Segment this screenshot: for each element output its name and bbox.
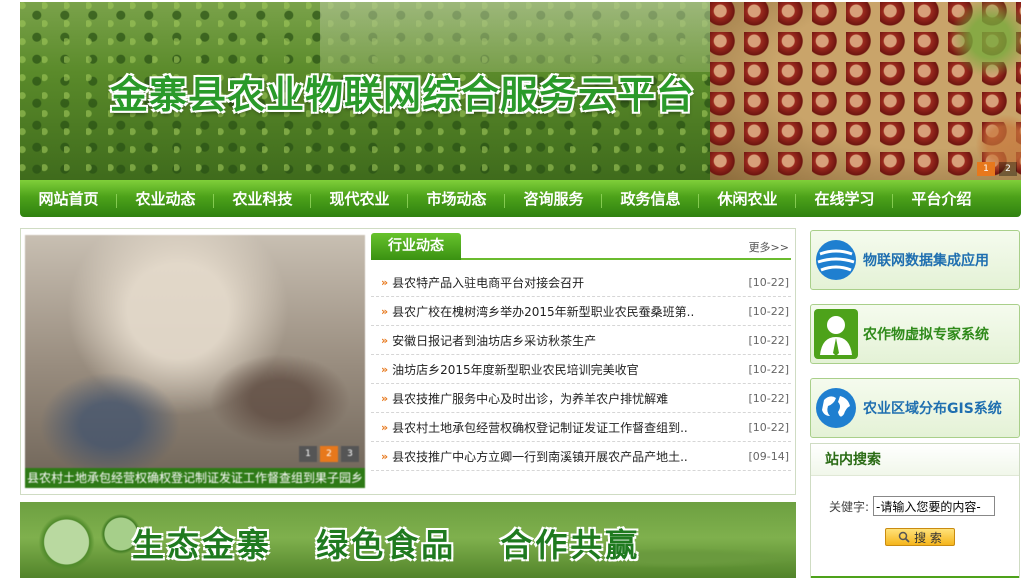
gis-system-link[interactable]: 农业区域分布GIS系统 [810,378,1020,438]
search-icon [898,531,910,543]
banner-leaves [710,2,1021,180]
industry-news-panel: 行业动态 更多>> » 县农特产品入驻电商平台对接会召开 [10-22] » 县农广校… [371,233,791,471]
world-map-icon [813,380,859,436]
news-item-date: [10-22] [748,362,789,376]
page: 金寨县农业物联网综合服务云平台 1 2 网站首页 农业动态 农业科技 现代农业 … [0,0,1036,578]
nav-leisure-agri[interactable]: 休闲农业 [699,188,796,209]
news-item[interactable]: » 油坊店乡2015年度新型职业农民培训完美收官 [10-22] [371,355,791,384]
nav-home[interactable]: 网站首页 [20,188,117,209]
news-item[interactable]: » 县农村土地承包经营权确权登记制证发证工作督查组到.. [10-22] [371,413,791,442]
news-item-date: [10-22] [748,333,789,347]
news-item-date: [09-14] [748,449,789,463]
search-row: 关健字: [829,496,996,516]
nav-market[interactable]: 市场动态 [408,188,505,209]
main-content-box: 1 2 3 县农村土地承包经营权确权登记制证发证工作督查组到果子园乡 行业动态 … [20,228,796,495]
news-item[interactable]: » 县农技推广中心方立卿一行到南溪镇开展农产品产地土.. [09-14] [371,442,791,471]
slide-page-1[interactable]: 1 [299,446,317,462]
slogan-text: 生态金寨 绿色食品 合作共赢 [132,526,641,564]
expert-person-icon [813,306,859,362]
system-label: 物联网数据集成应用 [863,253,989,269]
nav-modern-agri[interactable]: 现代农业 [311,188,408,209]
slideshow-pager: 1 2 3 [299,446,359,462]
news-item-title[interactable]: 县农村土地承包经营权确权登记制证发证工作督查组到.. [392,419,740,436]
system-label: 农业区域分布GIS系统 [863,401,1002,417]
banner-page-2[interactable]: 2 [999,162,1017,176]
globe-icon [813,232,859,288]
banner-page-1[interactable]: 1 [977,162,995,176]
news-item-date: [10-22] [748,275,789,289]
news-slideshow[interactable]: 1 2 3 县农村土地承包经营权确权登记制证发证工作督查组到果子园乡 [25,235,365,488]
news-item[interactable]: » 县农技推广服务中心及时出诊，为养羊农户排忧解难 [10-22] [371,384,791,413]
news-item-title[interactable]: 县农特产品入驻电商平台对接会召开 [392,274,740,291]
double-chevron-icon: » [381,420,389,434]
news-header: 行业动态 更多>> [371,233,791,260]
nav-platform-intro[interactable]: 平台介绍 [893,188,990,209]
news-item-title[interactable]: 县农技推广中心方立卿一行到南溪镇开展农产品产地土.. [392,448,740,465]
double-chevron-icon: » [381,304,389,318]
main-nav: 网站首页 农业动态 农业科技 现代农业 市场动态 咨询服务 政务信息 休闲农业 … [20,180,1021,217]
slideshow-caption[interactable]: 县农村土地承包经营权确权登记制证发证工作督查组到果子园乡 [25,468,365,488]
news-item-title[interactable]: 县农广校在槐树湾乡举办2015年新型职业农民蚕桑班第.. [392,303,740,320]
double-chevron-icon: » [381,391,389,405]
double-chevron-icon: » [381,362,389,376]
crop-expert-system-link[interactable]: 农作物虚拟专家系统 [810,304,1020,364]
nav-agri-tech[interactable]: 农业科技 [214,188,311,209]
nav-agri-news[interactable]: 农业动态 [117,188,214,209]
news-heading[interactable]: 行业动态 [371,233,461,260]
news-item-title[interactable]: 县农技推广服务中心及时出诊，为养羊农户排忧解难 [392,390,740,407]
double-chevron-icon: » [381,275,389,289]
slogan-banner: 生态金寨 绿色食品 合作共赢 [20,502,796,578]
search-heading: 站内搜索 [811,444,1019,476]
double-chevron-icon: » [381,333,389,347]
news-item[interactable]: » 县农特产品入驻电商平台对接会召开 [10-22] [371,268,791,297]
slide-page-2[interactable]: 2 [320,446,338,462]
news-list: » 县农特产品入驻电商平台对接会召开 [10-22] » 县农广校在槐树湾乡举办201… [371,268,791,471]
slide-page-3[interactable]: 3 [341,446,359,462]
search-input[interactable] [873,496,996,516]
nav-consulting[interactable]: 咨询服务 [505,188,602,209]
search-button-label: 搜 索 [914,530,942,545]
news-item-date: [10-22] [748,391,789,405]
banner-sky [320,2,740,72]
nav-government[interactable]: 政务信息 [602,188,699,209]
news-item-date: [10-22] [748,420,789,434]
header-banner: 金寨县农业物联网综合服务云平台 1 2 [20,2,1021,180]
system-label: 农作物虚拟专家系统 [863,327,989,343]
nav-online-learning[interactable]: 在线学习 [796,188,893,209]
news-item-title[interactable]: 油坊店乡2015年度新型职业农民培训完美收官 [392,361,740,378]
site-title: 金寨县农业物联网综合服务云平台 [110,72,696,117]
banner-pager: 1 2 [977,162,1017,176]
news-more-link[interactable]: 更多>> [749,239,789,255]
double-chevron-icon: » [381,449,389,463]
news-item[interactable]: » 安徽日报记者到油坊店乡采访秋茶生产 [10-22] [371,326,791,355]
keyword-label: 关健字: [829,499,870,514]
search-button[interactable]: 搜 索 [885,528,955,546]
news-item[interactable]: » 县农广校在槐树湾乡举办2015年新型职业农民蚕桑班第.. [10-22] [371,297,791,326]
news-item-date: [10-22] [748,304,789,318]
news-item-title[interactable]: 安徽日报记者到油坊店乡采访秋茶生产 [392,332,740,349]
site-search-panel: 站内搜索 关健字: 搜 索 [810,443,1020,578]
iot-data-integration-link[interactable]: 物联网数据集成应用 [810,230,1020,290]
